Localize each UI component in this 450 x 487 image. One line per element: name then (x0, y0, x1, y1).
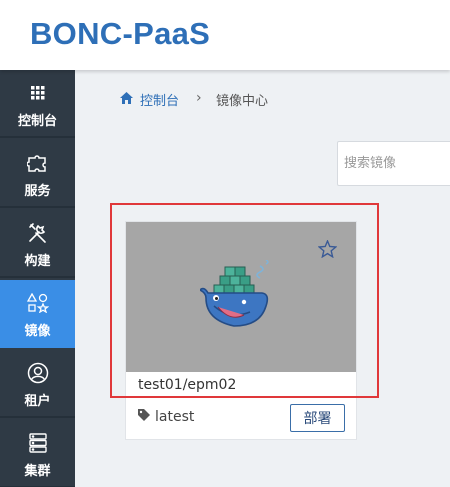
tag-label: latest (155, 409, 195, 425)
tools-icon (0, 222, 75, 244)
grid-icon (0, 82, 75, 104)
server-icon (0, 432, 75, 454)
search-input[interactable] (337, 141, 450, 186)
sidebar-item-label: 控制台 (17, 114, 57, 129)
image-tag: latest (138, 409, 194, 425)
puzzle-icon (0, 152, 75, 174)
deploy-button[interactable]: 部署 (290, 404, 345, 432)
sidebar-item-build[interactable]: 构建 (0, 210, 75, 278)
breadcrumb-home[interactable]: 控制台 (120, 90, 179, 109)
brand-logo[interactable]: BONC-PaaS (30, 16, 210, 52)
shapes-icon (0, 292, 75, 314)
sidebar-item-dashboard[interactable]: 控制台 (0, 70, 75, 138)
sidebar-item-services[interactable]: 服务 (0, 140, 75, 208)
sidebar-nav: 控制台 服务 构建 镜像 租户 集群 (0, 70, 75, 487)
image-card[interactable]: test01/epm02 latest 部署 (125, 221, 357, 440)
top-header: BONC-PaaS (0, 0, 450, 70)
breadcrumb-separator: › (196, 90, 202, 106)
sidebar-item-images[interactable]: 镜像 (0, 280, 75, 348)
sidebar-item-tenant[interactable]: 租户 (0, 350, 75, 418)
tag-icon (138, 409, 150, 425)
sidebar-item-label: 集群 (24, 464, 51, 479)
breadcrumb-current: 镜像中心 (216, 94, 269, 109)
sidebar-item-label: 构建 (24, 254, 51, 269)
image-name[interactable]: test01/epm02 (138, 377, 236, 393)
sidebar-item-label: 服务 (24, 184, 51, 199)
sidebar-item-label: 镜像 (24, 324, 51, 339)
home-icon (120, 91, 133, 108)
breadcrumb-home-label: 控制台 (140, 94, 180, 109)
sidebar-item-cluster[interactable]: 集群 (0, 420, 75, 487)
star-favorite-icon[interactable] (317, 239, 338, 262)
docker-whale-icon (198, 259, 278, 340)
sidebar-item-label: 租户 (24, 394, 51, 409)
user-circle-icon (0, 362, 75, 384)
image-thumbnail (126, 222, 356, 372)
